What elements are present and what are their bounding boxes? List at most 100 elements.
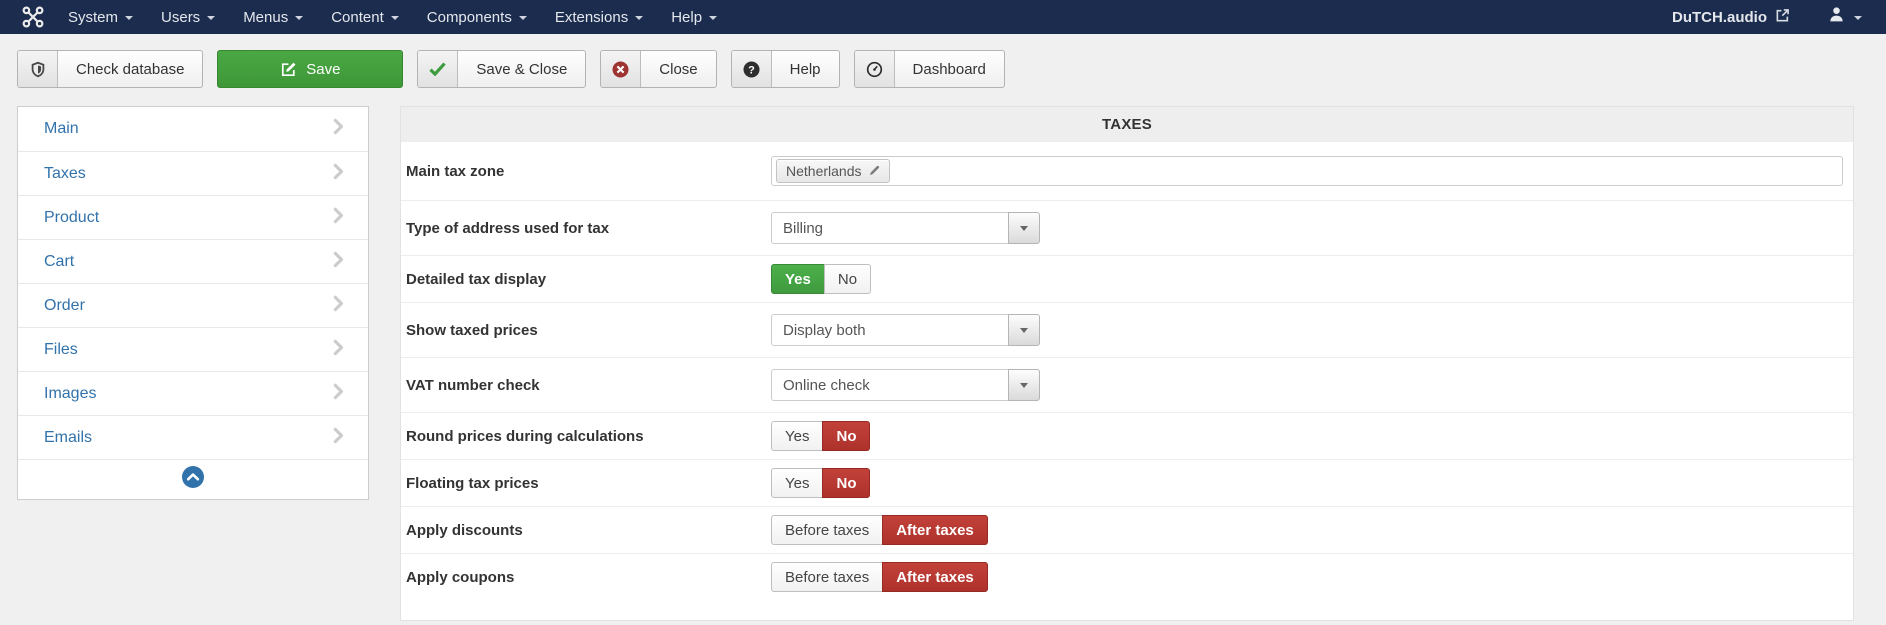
select-caret-button[interactable] — [1008, 314, 1040, 346]
button-label: Dashboard — [912, 60, 986, 78]
menu-label: Extensions — [554, 8, 629, 26]
chevron-down-icon — [125, 16, 134, 20]
chevron-right-icon — [333, 207, 344, 229]
button-label: Check database — [76, 60, 185, 78]
user-menu[interactable] — [1828, 6, 1862, 28]
chevron-down-icon — [207, 16, 216, 20]
sidebar-item-images[interactable]: Images — [18, 371, 368, 415]
check-icon — [418, 51, 459, 87]
help-button[interactable]: ? Help — [730, 50, 840, 88]
option-no[interactable]: No — [822, 421, 871, 451]
select-type-of-address-used-for-tax[interactable]: Billing — [771, 212, 1040, 244]
chevron-right-icon — [333, 118, 344, 140]
select-value: Display both — [771, 314, 1009, 346]
field-label: Apply discounts — [406, 521, 523, 539]
content-area: Main Taxes Product Cart Order Files Images Emai… — [0, 88, 1886, 621]
sidebar-item-label: Cart — [44, 252, 75, 270]
menu-label: Menus — [243, 8, 289, 26]
chevron-right-icon — [333, 427, 344, 449]
sidebar-item-files[interactable]: Files — [18, 327, 368, 371]
option-before-taxes[interactable]: Before taxes — [771, 562, 884, 592]
sidebar-item-emails[interactable]: Emails — [18, 415, 368, 459]
tag-chip-label: Netherlands — [786, 163, 862, 179]
pencil-icon[interactable] — [869, 163, 880, 179]
chevron-down-icon — [1020, 327, 1028, 333]
svg-text:?: ? — [748, 64, 755, 76]
joomla-logo-icon — [22, 6, 44, 28]
menu-users[interactable]: Users — [147, 0, 229, 34]
toggle-group-apply-discounts: Before taxes After taxes — [771, 515, 988, 545]
sidebar-item-label: Images — [44, 384, 97, 402]
menu-label: Help — [671, 8, 703, 26]
question-icon: ? — [731, 51, 772, 87]
shield-icon — [18, 51, 58, 87]
option-after-taxes[interactable]: After taxes — [882, 515, 988, 545]
sidebar-collapse-button[interactable] — [18, 459, 368, 499]
option-yes[interactable]: Yes — [771, 264, 825, 294]
select-show-taxed-prices[interactable]: Display both — [771, 314, 1040, 346]
chevron-down-icon — [1020, 225, 1028, 231]
select-caret-button[interactable] — [1008, 212, 1040, 244]
field-row-type-of-address-used-for-tax: Type of address used for tax Billing — [401, 200, 1853, 255]
menu-system[interactable]: System — [54, 0, 147, 34]
option-no[interactable]: No — [822, 468, 871, 498]
option-after-taxes[interactable]: After taxes — [882, 562, 988, 592]
section-header: TAXES — [401, 107, 1853, 142]
select-value: Online check — [771, 369, 1009, 401]
tag-input-field[interactable]: Netherlands — [771, 156, 1843, 186]
toolbar: Check database Save Save & Close Close? Help… — [0, 34, 1886, 88]
save-button[interactable]: Save — [217, 50, 404, 88]
menu-label: Users — [161, 8, 201, 26]
sidebar-item-taxes[interactable]: Taxes — [18, 151, 368, 195]
select-caret-button[interactable] — [1008, 369, 1040, 401]
menu-label: Content — [331, 8, 384, 26]
menu-components[interactable]: Components — [413, 0, 541, 34]
toggle-group-apply-coupons: Before taxes After taxes — [771, 562, 988, 592]
dashboard-button[interactable]: Dashboard — [853, 50, 1005, 88]
menu-menus[interactable]: Menus — [229, 0, 317, 34]
menu-content[interactable]: Content — [317, 0, 413, 34]
site-preview-link[interactable]: DuTCH.audio — [1672, 8, 1790, 27]
user-icon — [1828, 6, 1845, 28]
site-name: DuTCH.audio — [1672, 8, 1767, 26]
chevron-right-icon — [333, 339, 344, 361]
option-yes[interactable]: Yes — [771, 421, 824, 451]
option-before-taxes[interactable]: Before taxes — [771, 515, 884, 545]
chevron-down-icon — [390, 16, 399, 20]
chevron-down-icon — [1020, 382, 1028, 388]
chevron-right-icon — [333, 383, 344, 405]
save-close-button[interactable]: Save & Close — [417, 50, 587, 88]
chevron-right-icon — [333, 295, 344, 317]
check-database-button[interactable]: Check database — [17, 50, 204, 88]
field-label: Show taxed prices — [406, 321, 538, 339]
option-no[interactable]: No — [823, 264, 872, 294]
option-yes[interactable]: Yes — [771, 468, 824, 498]
menu-extensions[interactable]: Extensions — [541, 0, 657, 34]
chevron-down-icon — [295, 16, 304, 20]
field-row-floating-tax-prices: Floating tax prices Yes No — [401, 459, 1853, 506]
chevron-down-icon — [518, 16, 527, 20]
external-link-icon — [1775, 8, 1790, 27]
field-row-apply-discounts: Apply discounts Before taxes After taxes — [401, 506, 1853, 553]
sidebar-item-main[interactable]: Main — [18, 107, 368, 151]
tag-chip-netherlands[interactable]: Netherlands — [776, 159, 890, 183]
menu-label: Components — [426, 8, 512, 26]
sidebar-item-cart[interactable]: Cart — [18, 239, 368, 283]
button-label: Save — [306, 60, 341, 78]
sidebar-item-product[interactable]: Product — [18, 195, 368, 239]
sidebar-item-label: Emails — [44, 428, 93, 446]
button-label: Help — [789, 60, 821, 78]
navbar-right: DuTCH.audio — [1672, 6, 1886, 28]
dashboard-icon — [854, 51, 895, 87]
circle-up-icon — [182, 466, 204, 493]
close-button[interactable]: Close — [600, 50, 717, 88]
chevron-down-icon — [635, 16, 644, 20]
sidebar-item-label: Taxes — [44, 164, 86, 182]
admin-navbar: System Users Menus Content Components Extensi… — [0, 0, 1886, 34]
sidebar-item-label: Order — [44, 296, 85, 314]
button-label: Close — [659, 60, 698, 78]
menu-help[interactable]: Help — [657, 0, 731, 34]
select-vat-number-check[interactable]: Online check — [771, 369, 1040, 401]
chevron-right-icon — [333, 163, 344, 185]
sidebar-item-order[interactable]: Order — [18, 283, 368, 327]
